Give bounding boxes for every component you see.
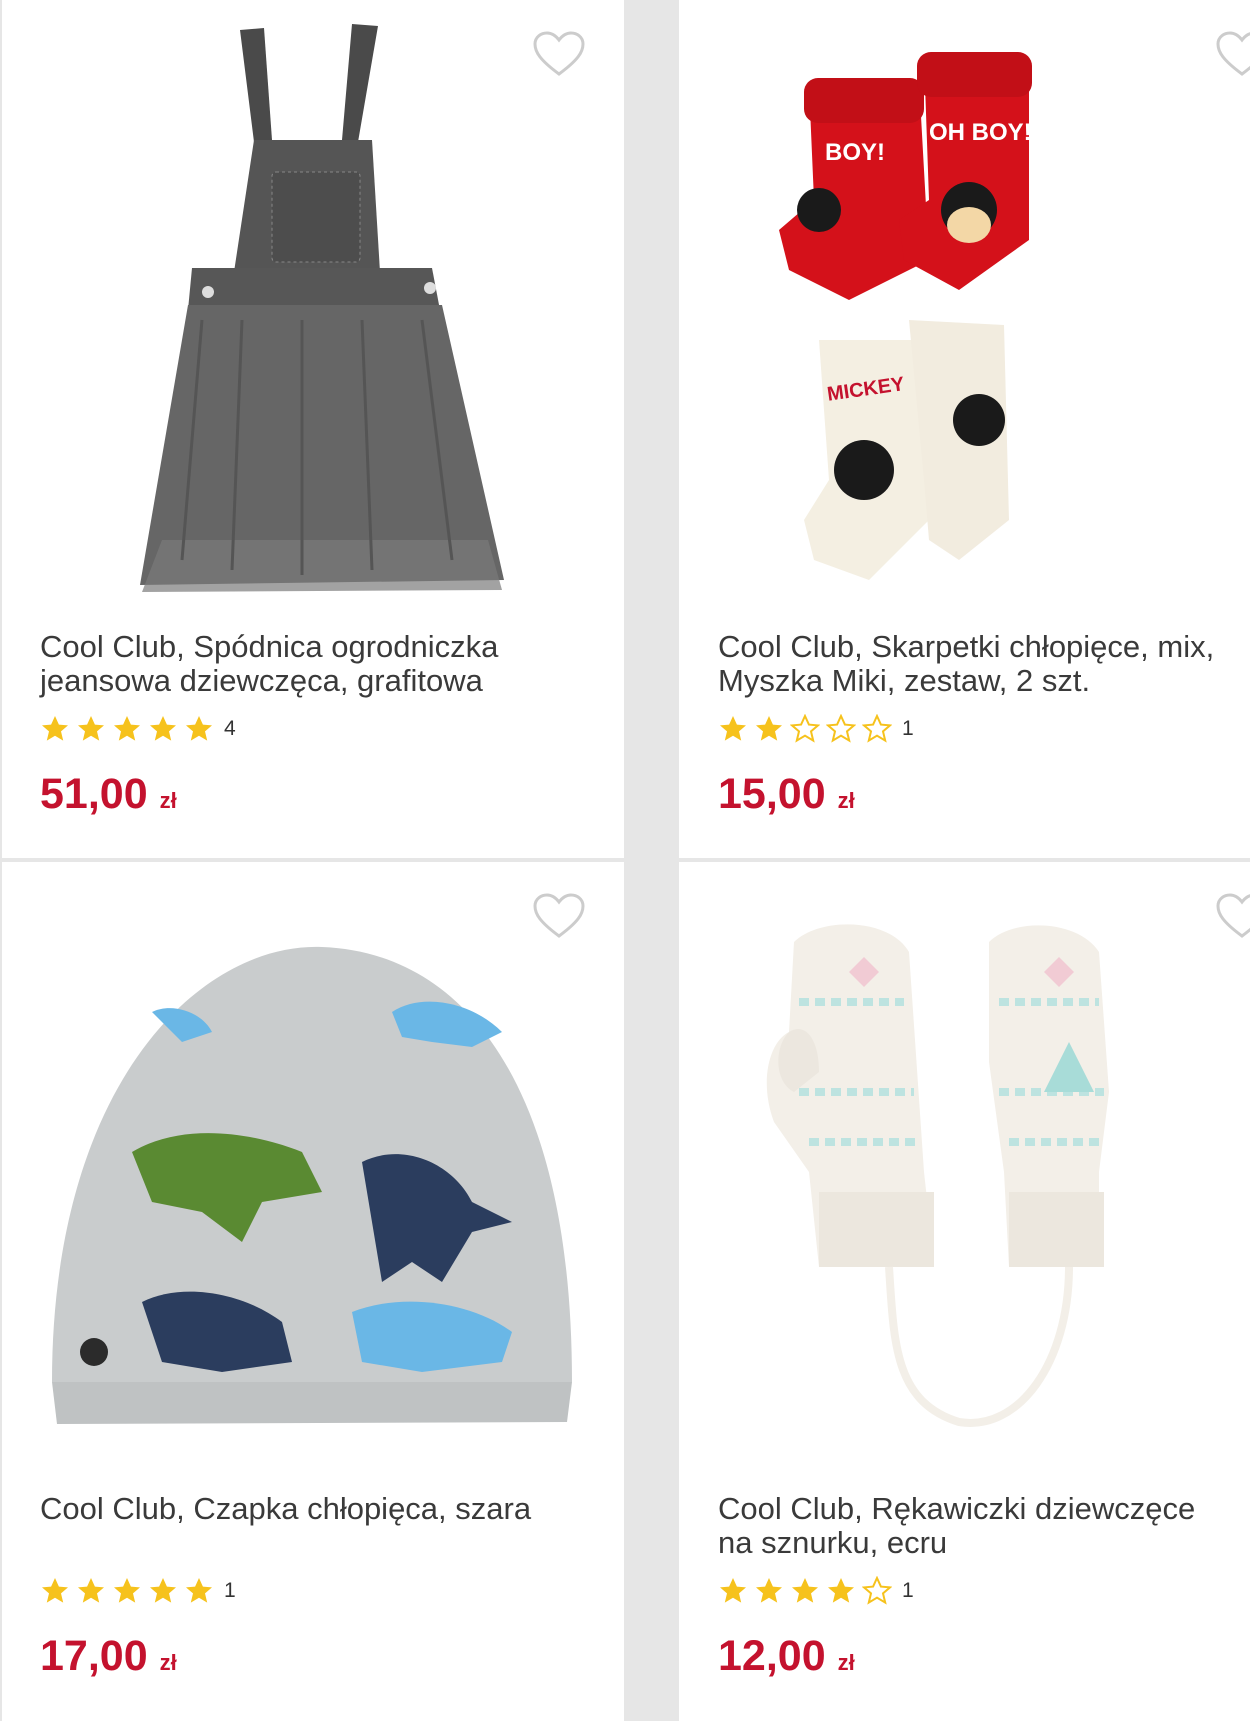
denim-pinafore-dress-image[interactable]: [2, 0, 624, 610]
favorite-heart-icon[interactable]: [1215, 30, 1250, 78]
rating: 1: [40, 1574, 236, 1608]
product-price: 51,00 zł: [40, 770, 177, 819]
product-card[interactable]: Cool Club, Rękawiczki dziewczęce na sznu…: [679, 862, 1250, 1721]
product-title[interactable]: Cool Club, Spódnica ogrodniczka jeansowa…: [40, 630, 600, 698]
star-filled-icon: [754, 714, 784, 744]
product-title-line2: na sznurku, ecru: [718, 1525, 948, 1560]
rating: 4: [40, 712, 236, 746]
product-title-line1: Cool Club, Czapka chłopięca, szara: [40, 1491, 532, 1526]
knit-mittens-image[interactable]: [679, 862, 1250, 1472]
product-title-line2: Myszka Miki, zestaw, 2 szt.: [718, 663, 1091, 698]
product-card[interactable]: BOY! OH BOY! MICKEY Cool Club, Skarpetki…: [679, 0, 1250, 858]
star-outline-icon: [826, 714, 856, 744]
star-outline-icon: [862, 1576, 892, 1606]
star-filled-icon: [718, 1576, 748, 1606]
product-title-line1: Cool Club, Spódnica ogrodniczka: [40, 629, 499, 664]
star-filled-icon: [790, 1576, 820, 1606]
star-filled-icon: [40, 1576, 70, 1606]
svg-text:OH BOY!: OH BOY!: [929, 119, 1032, 146]
price-value: 15,00: [718, 770, 826, 818]
star-filled-icon: [826, 1576, 856, 1606]
price-currency: zł: [159, 788, 177, 813]
price-value: 51,00: [40, 770, 148, 818]
dino-beanie-image[interactable]: [2, 862, 624, 1472]
price-value: 17,00: [40, 1632, 148, 1680]
product-title[interactable]: Cool Club, Czapka chłopięca, szara: [40, 1492, 600, 1526]
star-filled-icon: [112, 1576, 142, 1606]
rating: 1: [718, 712, 914, 746]
product-title-line1: Cool Club, Skarpetki chłopięce, mix,: [718, 629, 1215, 664]
product-price: 17,00 zł: [40, 1632, 177, 1681]
product-card[interactable]: Cool Club, Spódnica ogrodniczka jeansowa…: [2, 0, 624, 858]
product-title-line2: jeansowa dziewczęca, grafitowa: [40, 663, 483, 698]
rating-count: 1: [902, 717, 914, 740]
rating-count: 4: [224, 717, 236, 740]
product-title[interactable]: Cool Club, Rękawiczki dziewczęce na sznu…: [718, 1492, 1250, 1560]
star-filled-icon: [112, 714, 142, 744]
star-outline-icon: [862, 714, 892, 744]
price-value: 12,00: [718, 1632, 826, 1680]
price-currency: zł: [837, 1650, 855, 1675]
product-price: 12,00 zł: [718, 1632, 855, 1681]
star-filled-icon: [718, 714, 748, 744]
star-filled-icon: [148, 714, 178, 744]
star-filled-icon: [148, 1576, 178, 1606]
star-filled-icon: [76, 1576, 106, 1606]
rating-count: 1: [224, 1579, 236, 1602]
product-title-line1: Cool Club, Rękawiczki dziewczęce: [718, 1491, 1196, 1526]
favorite-heart-icon[interactable]: [532, 892, 586, 940]
price-currency: zł: [159, 1650, 177, 1675]
product-title[interactable]: Cool Club, Skarpetki chłopięce, mix, Mys…: [718, 630, 1250, 698]
star-filled-icon: [754, 1576, 784, 1606]
star-filled-icon: [184, 714, 214, 744]
star-filled-icon: [40, 714, 70, 744]
rating: 1: [718, 1574, 914, 1608]
product-price: 15,00 zł: [718, 770, 855, 819]
favorite-heart-icon[interactable]: [1215, 892, 1250, 940]
star-filled-icon: [184, 1576, 214, 1606]
product-card[interactable]: Cool Club, Czapka chłopięca, szara 1 17,…: [2, 862, 624, 1721]
star-filled-icon: [76, 714, 106, 744]
price-currency: zł: [837, 788, 855, 813]
svg-text:BOY!: BOY!: [825, 139, 885, 166]
rating-count: 1: [902, 1579, 914, 1602]
star-outline-icon: [790, 714, 820, 744]
mickey-socks-image[interactable]: BOY! OH BOY! MICKEY: [679, 0, 1250, 610]
favorite-heart-icon[interactable]: [532, 30, 586, 78]
